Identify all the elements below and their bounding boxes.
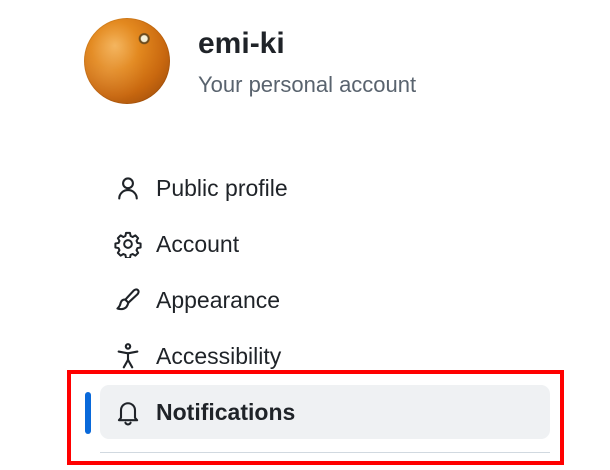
nav-item-account[interactable]: Account [100, 217, 550, 271]
nav-item-label: Appearance [156, 287, 281, 313]
nav-item-label: Accessibility [156, 343, 282, 369]
nav-item-label: Account [156, 231, 240, 257]
accessibility-icon [114, 342, 142, 370]
nav-item-appearance[interactable]: Appearance [100, 273, 550, 327]
settings-page: emi-ki Your personal account Public prof… [0, 0, 610, 470]
person-icon [114, 174, 142, 202]
nav-item-label: Public profile [156, 175, 288, 201]
annotation-highlight-box [67, 370, 564, 465]
nav-item-public-profile[interactable]: Public profile [100, 161, 550, 215]
avatar[interactable] [84, 18, 170, 104]
account-username: emi-ki [198, 27, 285, 60]
account-subtitle: Your personal account [198, 72, 417, 97]
paintbrush-icon [114, 286, 142, 314]
gear-icon [114, 230, 142, 258]
